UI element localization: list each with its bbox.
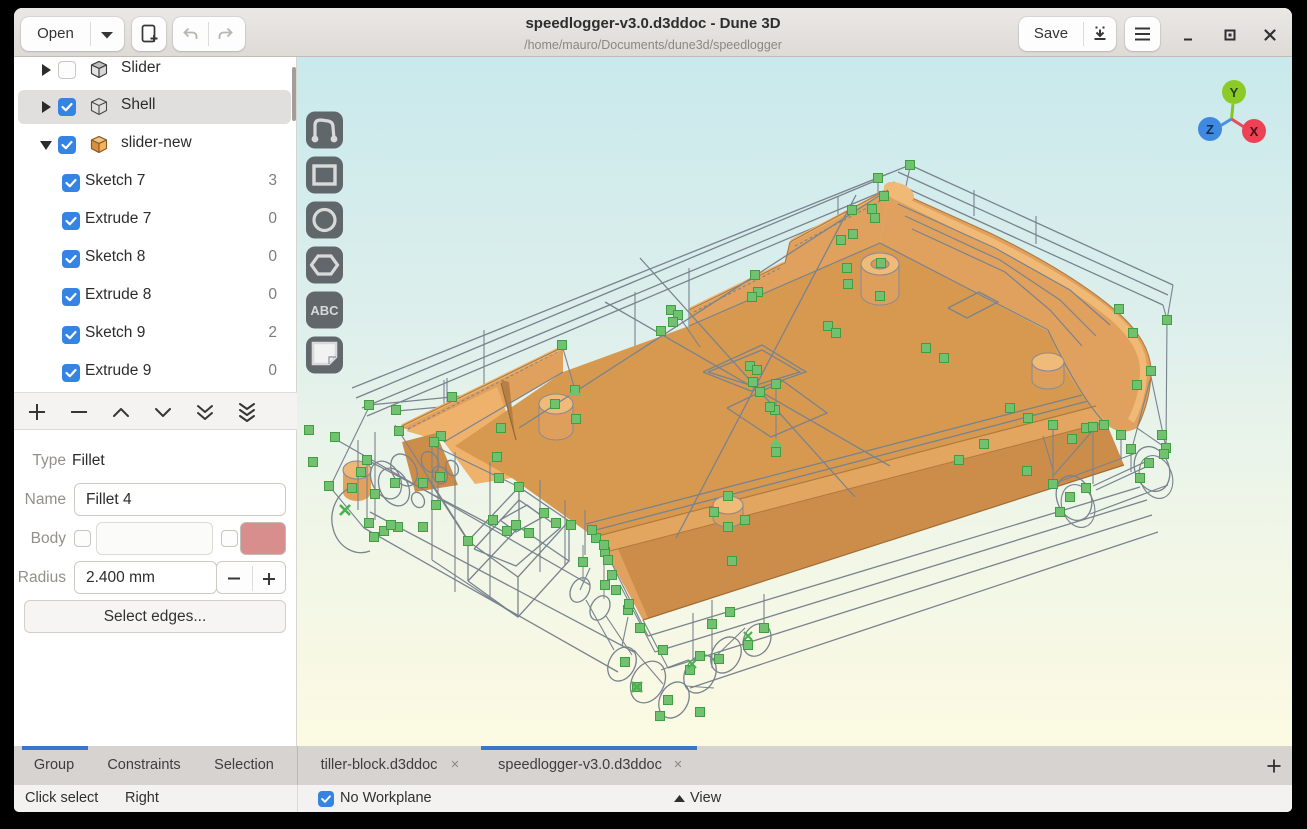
- svg-text:Z: Z: [1206, 122, 1214, 137]
- svg-text:X: X: [1250, 124, 1259, 139]
- svg-text:Y: Y: [1230, 85, 1239, 100]
- svg-text:ABC: ABC: [310, 303, 339, 318]
